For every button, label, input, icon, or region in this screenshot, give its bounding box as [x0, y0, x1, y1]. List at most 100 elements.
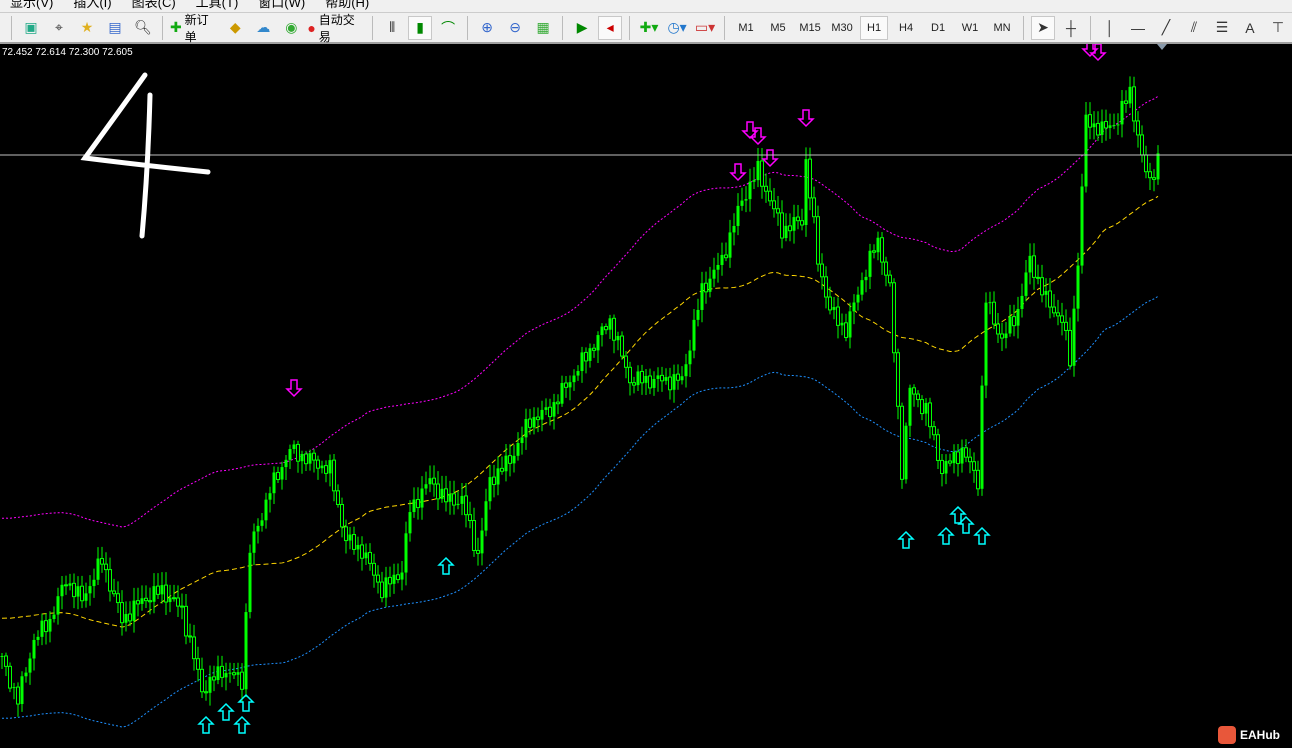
candle-body: [892, 282, 896, 354]
scroll-marker-icon[interactable]: [1157, 44, 1167, 50]
chart-shift-icon[interactable]: ◂: [598, 15, 623, 40]
candle-body: [788, 225, 792, 232]
candle: [1112, 113, 1116, 130]
candle-body: [852, 302, 856, 312]
crosshair-tool-icon[interactable]: ┼: [1059, 16, 1083, 40]
candle: [1068, 317, 1072, 370]
candle: [508, 444, 512, 477]
candle: [972, 452, 976, 483]
price-chart[interactable]: [0, 44, 1292, 748]
candle-body: [1136, 120, 1140, 136]
cursor-icon[interactable]: ➤: [1031, 15, 1055, 40]
bar-chart-icon[interactable]: ⫴: [380, 16, 404, 40]
candle: [312, 449, 316, 473]
timeframe-m15[interactable]: M15: [796, 16, 824, 40]
candlestick-icon[interactable]: ▮: [408, 15, 433, 40]
candle: [748, 168, 752, 212]
candle: [364, 543, 368, 565]
candle-body: [400, 572, 404, 580]
menu-window[interactable]: 窗口(W): [248, 0, 315, 12]
candle: [176, 585, 180, 617]
text-label-icon[interactable]: ⊤: [1266, 16, 1290, 40]
auto-trading-button[interactable]: ● 自动交易: [307, 13, 365, 44]
candle-body: [1068, 329, 1072, 367]
candle-body: [48, 618, 52, 632]
timeframe-h1[interactable]: H1: [860, 15, 889, 40]
new-chart-icon[interactable]: ▣: [19, 16, 43, 40]
data-window-icon[interactable]: ☁: [251, 16, 275, 40]
candle: [960, 439, 964, 473]
timeframe-m1[interactable]: M1: [732, 16, 760, 40]
templates-icon[interactable]: ▭▾: [693, 16, 717, 40]
candle-body: [376, 574, 380, 583]
candle-body: [888, 274, 892, 284]
candle-body: [860, 280, 864, 295]
candle: [360, 536, 364, 571]
candle-body: [760, 160, 764, 187]
candle: [232, 663, 236, 679]
new-order-button[interactable]: ✚ 新订单: [170, 13, 219, 44]
indicators-icon[interactable]: ✚▾: [637, 16, 661, 40]
candle-body: [1020, 295, 1024, 309]
candle-body: [1152, 177, 1156, 180]
tester-icon[interactable]: 🔍︎: [131, 16, 155, 40]
candle: [1000, 322, 1004, 352]
timeframe-h4[interactable]: H4: [892, 16, 920, 40]
candle-body: [504, 455, 508, 472]
timeframe-mn[interactable]: MN: [988, 16, 1016, 40]
signal-icon[interactable]: ◉: [279, 16, 303, 40]
candle-body: [884, 261, 888, 276]
candle-body: [660, 374, 664, 382]
candle: [112, 578, 116, 597]
candle-body: [56, 596, 60, 615]
candle-body: [1060, 315, 1064, 323]
market-watch-icon[interactable]: ◆: [223, 16, 247, 40]
divider: [1090, 15, 1091, 40]
candle-body: [1092, 123, 1096, 128]
candle: [224, 662, 228, 691]
candle: [868, 243, 872, 290]
navigator-icon[interactable]: ▤: [103, 16, 127, 40]
candle-body: [1040, 277, 1044, 296]
timeframe-m30[interactable]: M30: [828, 16, 856, 40]
candle-body: [144, 597, 148, 602]
fibonacci-icon[interactable]: ☰: [1210, 16, 1234, 40]
candle: [48, 611, 52, 643]
line-chart-icon[interactable]: ⌒: [436, 16, 460, 40]
menu-charts[interactable]: 图表(C): [122, 0, 186, 12]
candle: [916, 390, 920, 408]
auto-trading-label: 自动交易: [318, 12, 355, 44]
candle: [692, 308, 696, 359]
candle: [88, 575, 92, 606]
candle: [260, 513, 264, 532]
candle-body: [528, 418, 532, 428]
menu-view[interactable]: 显示(V): [0, 0, 63, 12]
vertical-line-icon[interactable]: │: [1098, 16, 1122, 40]
tile-windows-icon[interactable]: ▦: [531, 16, 555, 40]
autoscroll-icon[interactable]: ▶: [570, 16, 594, 40]
candle-body: [696, 309, 700, 320]
favorites-icon[interactable]: ★: [75, 16, 99, 40]
candle-body: [1096, 122, 1100, 136]
candle-body: [688, 350, 692, 365]
timeframe-w1[interactable]: W1: [956, 16, 984, 40]
text-tool[interactable]: A: [1238, 16, 1262, 40]
horizontal-line-icon[interactable]: —: [1126, 16, 1150, 40]
candle: [776, 195, 780, 226]
crosshair-icon[interactable]: ⌖: [47, 16, 71, 40]
candle: [144, 585, 148, 609]
menu-insert[interactable]: 插入(I): [63, 0, 121, 12]
timeframe-d1[interactable]: D1: [924, 16, 952, 40]
candle: [1108, 113, 1112, 139]
zoom-out-icon[interactable]: ⊖: [503, 16, 527, 40]
candle-body: [668, 376, 672, 391]
trendline-icon[interactable]: ╱: [1154, 16, 1178, 40]
candle-body: [1024, 272, 1028, 296]
timeframe-m5[interactable]: M5: [764, 16, 792, 40]
candle: [812, 186, 816, 224]
channel-icon[interactable]: ⫽: [1182, 16, 1206, 40]
candle: [1044, 278, 1048, 308]
candle: [488, 464, 492, 510]
zoom-in-icon[interactable]: ⊕: [475, 16, 499, 40]
periods-icon[interactable]: ◷▾: [665, 16, 689, 40]
